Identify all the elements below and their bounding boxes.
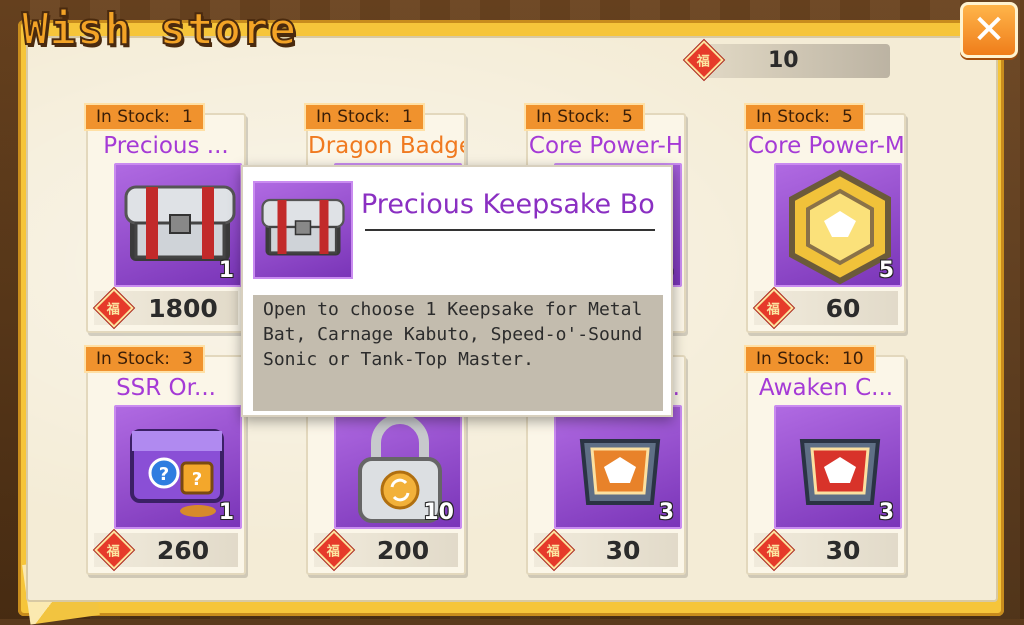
- stock-tag: In Stock: 1: [304, 103, 425, 131]
- price-row: 福 60: [754, 288, 898, 328]
- tooltip-description: Open to choose 1 Keepsake for Metal Bat,…: [253, 295, 663, 411]
- item-price: 1800: [148, 293, 218, 323]
- price-row: 福 1800: [94, 288, 238, 328]
- currency-amount: 10: [768, 48, 799, 73]
- item-name: Core Power-H: [528, 133, 684, 159]
- awaken-crest-icon: 3: [774, 405, 902, 529]
- stock-tag: In Stock: 1: [84, 103, 205, 131]
- item-quantity: 5: [878, 258, 894, 283]
- item-quantity: 1: [218, 500, 234, 525]
- item-tooltip: Precious Keepsake Bo Open to choose 1 Ke…: [241, 165, 673, 417]
- page-title: Wish store: [21, 3, 297, 56]
- store-item-card[interactable]: In Stock: 5 Core Power-M 5 福 60: [744, 103, 906, 333]
- price-row: 福 30: [534, 530, 678, 570]
- item-quantity: 10: [423, 500, 454, 525]
- close-button[interactable]: ✕: [960, 2, 1018, 58]
- item-price: 200: [376, 535, 430, 565]
- item-name: Core Power-M: [748, 133, 904, 159]
- item-name: Precious ...: [103, 133, 229, 159]
- tooltip-divider: [365, 229, 655, 231]
- hex-core-icon: 5: [774, 163, 902, 287]
- stock-tag: In Stock: 10: [744, 345, 876, 373]
- stock-tag: In Stock: 5: [524, 103, 645, 131]
- price-row: 福 30: [754, 530, 898, 570]
- item-quantity: 3: [878, 500, 894, 525]
- svg-text:?: ?: [192, 469, 202, 490]
- stock-tag: In Stock: 3: [84, 345, 205, 373]
- silver-chest-icon: 1: [114, 163, 242, 287]
- item-quantity: 3: [658, 500, 674, 525]
- svg-text:?: ?: [159, 464, 169, 485]
- item-price: 30: [605, 535, 641, 565]
- store-item-card[interactable]: In Stock: 10 Awaken C... 3 福 30: [744, 345, 906, 575]
- item-quantity: 1: [218, 258, 234, 283]
- awaken-crest-icon: 3: [554, 405, 682, 529]
- tooltip-title: Precious Keepsake Bo: [361, 189, 655, 220]
- silver-chest-icon: [253, 181, 353, 279]
- item-name: Dragon Badge: [308, 133, 464, 159]
- item-price: 30: [825, 535, 861, 565]
- item-price: 60: [825, 293, 861, 323]
- store-item-card[interactable]: In Stock: 3 SSR Or... ? ? 1 福 260: [84, 345, 246, 575]
- item-price: 260: [156, 535, 210, 565]
- close-icon: ✕: [972, 7, 1006, 53]
- item-name: SSR Or...: [116, 375, 216, 401]
- price-row: 福 200: [314, 530, 458, 570]
- item-name: Awaken C...: [758, 375, 894, 401]
- price-row: 福 260: [94, 530, 238, 570]
- stock-tag: In Stock: 5: [744, 103, 865, 131]
- mystery-box-icon: ? ? 1: [114, 405, 242, 529]
- store-item-card[interactable]: In Stock: 1 Precious ... 1 福 1800: [84, 103, 246, 333]
- padlock-icon: 10: [334, 405, 462, 529]
